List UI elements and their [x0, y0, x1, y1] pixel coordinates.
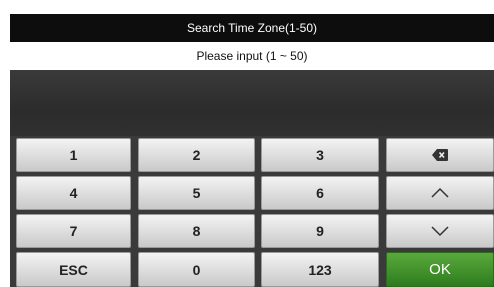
device-screen: Search Time Zone(1-50) Please input (1 ~… — [10, 14, 494, 287]
backspace-icon — [432, 149, 448, 161]
key-7[interactable]: 7 — [16, 214, 131, 248]
key-3[interactable]: 3 — [261, 138, 379, 172]
page-title: Search Time Zone(1-50) — [10, 14, 494, 42]
key-5[interactable]: 5 — [138, 176, 255, 210]
key-2[interactable]: 2 — [138, 138, 255, 172]
keypad-spacer — [10, 70, 494, 136]
key-1[interactable]: 1 — [16, 138, 131, 172]
key-0[interactable]: 0 — [138, 252, 255, 287]
key-6[interactable]: 6 — [261, 176, 379, 210]
key-8[interactable]: 8 — [138, 214, 255, 248]
chevron-down-icon — [430, 225, 450, 237]
key-4[interactable]: 4 — [16, 176, 131, 210]
chevron-up-icon — [430, 187, 450, 199]
down-key[interactable] — [386, 214, 494, 248]
numeric-keypad: 1 2 3 4 5 6 7 8 9 ESC 0 123 OK — [10, 136, 494, 287]
esc-key[interactable]: ESC — [16, 252, 131, 287]
ok-button[interactable]: OK — [386, 252, 494, 287]
up-key[interactable] — [386, 176, 494, 210]
number-input-field[interactable]: Please input (1 ~ 50) — [10, 42, 494, 70]
key-9[interactable]: 9 — [261, 214, 379, 248]
backspace-key[interactable] — [386, 138, 494, 172]
input-mode-key[interactable]: 123 — [261, 252, 379, 287]
